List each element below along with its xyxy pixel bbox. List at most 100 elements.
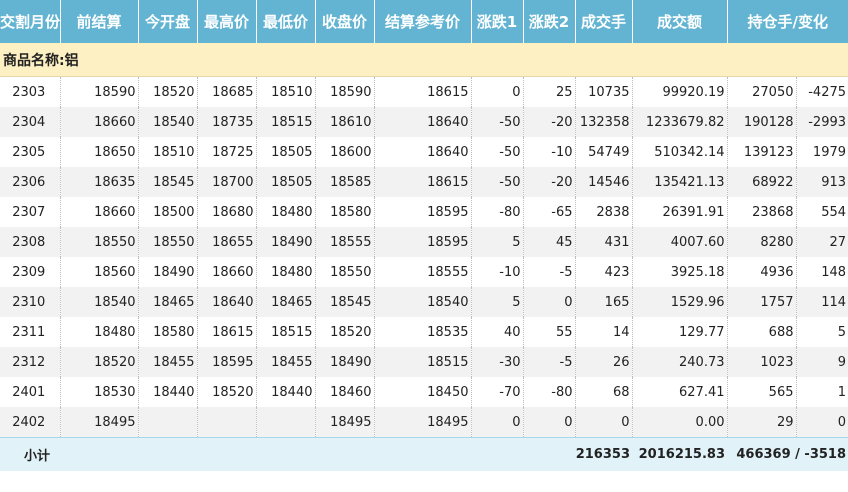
cell-change-1: 0 — [471, 407, 524, 438]
cell-settle-ref: 18595 — [374, 227, 472, 257]
cell-prev-settle: 18560 — [60, 257, 139, 287]
futures-quote-table: 交割月份 前结算 今开盘 最高价 最低价 收盘价 结算参考价 涨跌1 涨跌2 成… — [0, 0, 848, 471]
cell-change-1: -50 — [471, 167, 524, 197]
cell-close: 18495 — [315, 407, 375, 438]
cell-oi-change: 27 — [796, 227, 848, 257]
product-name-label: 商品名称:铝 — [0, 43, 848, 77]
cell-turnover: 1529.96 — [632, 287, 728, 317]
header-change-2: 涨跌2 — [523, 0, 576, 43]
cell-close: 18585 — [315, 167, 375, 197]
cell-high: 18735 — [197, 107, 257, 137]
cell-settle-ref: 18615 — [374, 167, 472, 197]
cell-month: 2402 — [0, 407, 61, 438]
cell-open-interest: 27050 — [727, 76, 797, 107]
cell-open-interest: 23868 — [727, 197, 797, 227]
cell-month: 2401 — [0, 377, 61, 407]
cell-month: 2306 — [0, 167, 61, 197]
cell-settle-ref: 18640 — [374, 137, 472, 167]
cell-close: 18460 — [315, 377, 375, 407]
cell-prev-settle: 18495 — [60, 407, 139, 438]
cell-settle-ref: 18495 — [374, 407, 472, 438]
cell-open — [138, 407, 198, 438]
cell-low: 18505 — [256, 167, 316, 197]
cell-turnover: 4007.60 — [632, 227, 728, 257]
cell-settle-ref: 18515 — [374, 347, 472, 377]
cell-high: 18725 — [197, 137, 257, 167]
cell-open: 18440 — [138, 377, 198, 407]
header-change-1: 涨跌1 — [471, 0, 524, 43]
cell-change-2: -5 — [523, 257, 576, 287]
cell-low: 18465 — [256, 287, 316, 317]
cell-high: 18640 — [197, 287, 257, 317]
header-open: 今开盘 — [138, 0, 198, 43]
cell-high: 18685 — [197, 76, 257, 107]
cell-prev-settle: 18520 — [60, 347, 139, 377]
cell-change-1: 40 — [471, 317, 524, 347]
cell-change-1: -30 — [471, 347, 524, 377]
cell-change-2: -5 — [523, 347, 576, 377]
cell-change-1: -10 — [471, 257, 524, 287]
cell-change-2: -10 — [523, 137, 576, 167]
cell-turnover: 129.77 — [632, 317, 728, 347]
cell-turnover: 510342.14 — [632, 137, 728, 167]
cell-oi-change: 554 — [796, 197, 848, 227]
cell-oi-change: -4275 — [796, 76, 848, 107]
cell-open-interest: 4936 — [727, 257, 797, 287]
cell-close: 18580 — [315, 197, 375, 227]
header-turnover: 成交额 — [632, 0, 728, 43]
table-row: 2306 18635 18545 18700 18505 18585 18615 -50 -20… — [0, 167, 848, 197]
cell-high: 18680 — [197, 197, 257, 227]
cell-change-1: -50 — [471, 137, 524, 167]
header-settle-ref: 结算参考价 — [374, 0, 472, 43]
cell-settle-ref: 18640 — [374, 107, 472, 137]
cell-oi-change: -2993 — [796, 107, 848, 137]
cell-turnover: 627.41 — [632, 377, 728, 407]
cell-change-1: -70 — [471, 377, 524, 407]
cell-month: 2311 — [0, 317, 61, 347]
subtotal-row: 小计 216353 2016215.83 466369 / -3518 — [0, 437, 848, 471]
cell-open-interest: 1757 — [727, 287, 797, 317]
cell-open-interest: 688 — [727, 317, 797, 347]
cell-month: 2312 — [0, 347, 61, 377]
header-delivery-month: 交割月份 — [0, 0, 61, 43]
cell-low: 18480 — [256, 257, 316, 287]
table-row: 2305 18650 18510 18725 18505 18600 18640 -50 -10… — [0, 137, 848, 167]
cell-low: 18510 — [256, 76, 316, 107]
table-row: 2304 18660 18540 18735 18515 18610 18640 -50 -20… — [0, 107, 848, 137]
cell-month: 2309 — [0, 257, 61, 287]
table-row: 2310 18540 18465 18640 18465 18545 18540 5 0 165 1… — [0, 287, 848, 317]
cell-change-2: -80 — [523, 377, 576, 407]
cell-turnover: 26391.91 — [632, 197, 728, 227]
cell-oi-change: 9 — [796, 347, 848, 377]
cell-close: 18550 — [315, 257, 375, 287]
cell-low: 18515 — [256, 317, 316, 347]
header-close: 收盘价 — [315, 0, 375, 43]
cell-open: 18520 — [138, 76, 198, 107]
cell-open: 18500 — [138, 197, 198, 227]
cell-low: 18480 — [256, 197, 316, 227]
cell-month: 2308 — [0, 227, 61, 257]
cell-turnover: 240.73 — [632, 347, 728, 377]
subtotal-open-interest: 466369 / -3518 — [727, 437, 848, 471]
cell-open: 18580 — [138, 317, 198, 347]
table-row: 2307 18660 18500 18680 18480 18580 18595 -80 -65… — [0, 197, 848, 227]
cell-month: 2303 — [0, 76, 61, 107]
cell-month: 2310 — [0, 287, 61, 317]
cell-open-interest: 139123 — [727, 137, 797, 167]
cell-turnover: 0.00 — [632, 407, 728, 438]
cell-volume: 14 — [575, 317, 633, 347]
cell-turnover: 99920.19 — [632, 76, 728, 107]
cell-settle-ref: 18450 — [374, 377, 472, 407]
cell-prev-settle: 18650 — [60, 137, 139, 167]
cell-high: 18700 — [197, 167, 257, 197]
cell-volume: 423 — [575, 257, 633, 287]
cell-turnover: 3925.18 — [632, 257, 728, 287]
cell-prev-settle: 18480 — [60, 317, 139, 347]
cell-volume: 132358 — [575, 107, 633, 137]
cell-month: 2305 — [0, 137, 61, 167]
cell-open: 18490 — [138, 257, 198, 287]
subtotal-turnover: 2016215.83 — [632, 437, 727, 471]
cell-change-1: 0 — [471, 76, 524, 107]
cell-month: 2307 — [0, 197, 61, 227]
subtotal-label: 小计 — [0, 437, 138, 471]
